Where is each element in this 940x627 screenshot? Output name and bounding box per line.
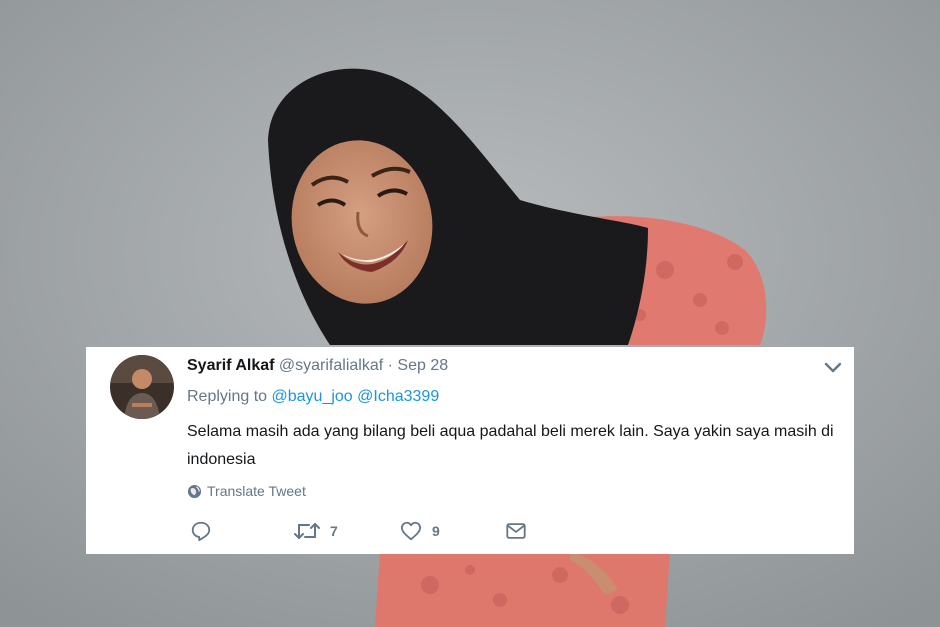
replying-to: Replying to @bayu_joo @Icha3399: [187, 388, 439, 406]
author-handle[interactable]: @syarifalialkaf: [279, 357, 383, 374]
retweet-button[interactable]: 7: [294, 520, 338, 542]
direct-message-button[interactable]: [505, 520, 527, 542]
like-button[interactable]: 9: [400, 520, 440, 542]
tweet-card: Syarif Alkaf @syarifalialkaf · Sep 28 Re…: [86, 347, 854, 554]
retweet-icon: [294, 523, 320, 539]
tweet-text: Selama masih ada yang bilang beli aqua p…: [187, 423, 834, 468]
like-count: 9: [432, 523, 440, 539]
user-photo-icon: [110, 355, 174, 419]
reply-icon: [191, 521, 211, 542]
meme-image: Syarif Alkaf @syarifalialkaf · Sep 28 Re…: [0, 0, 940, 627]
mention-link[interactable]: @bayu_joo: [272, 388, 353, 405]
avatar[interactable]: [110, 355, 174, 419]
envelope-icon: [506, 523, 526, 539]
globe-icon: [187, 484, 202, 498]
retweet-count: 7: [330, 523, 338, 539]
replying-label: Replying to: [187, 388, 268, 405]
tweet-date[interactable]: Sep 28: [397, 357, 448, 374]
separator-dot: ·: [387, 357, 393, 374]
translate-tweet-button[interactable]: Translate Tweet: [187, 483, 306, 499]
chevron-down-icon[interactable]: [822, 359, 844, 377]
tweet-header: Syarif Alkaf @syarifalialkaf · Sep 28: [187, 357, 448, 375]
author-name[interactable]: Syarif Alkaf: [187, 357, 274, 374]
heart-icon: [400, 521, 422, 541]
reply-button[interactable]: [190, 520, 222, 542]
translate-label: Translate Tweet: [207, 483, 306, 499]
mention-link[interactable]: @Icha3399: [357, 388, 439, 405]
